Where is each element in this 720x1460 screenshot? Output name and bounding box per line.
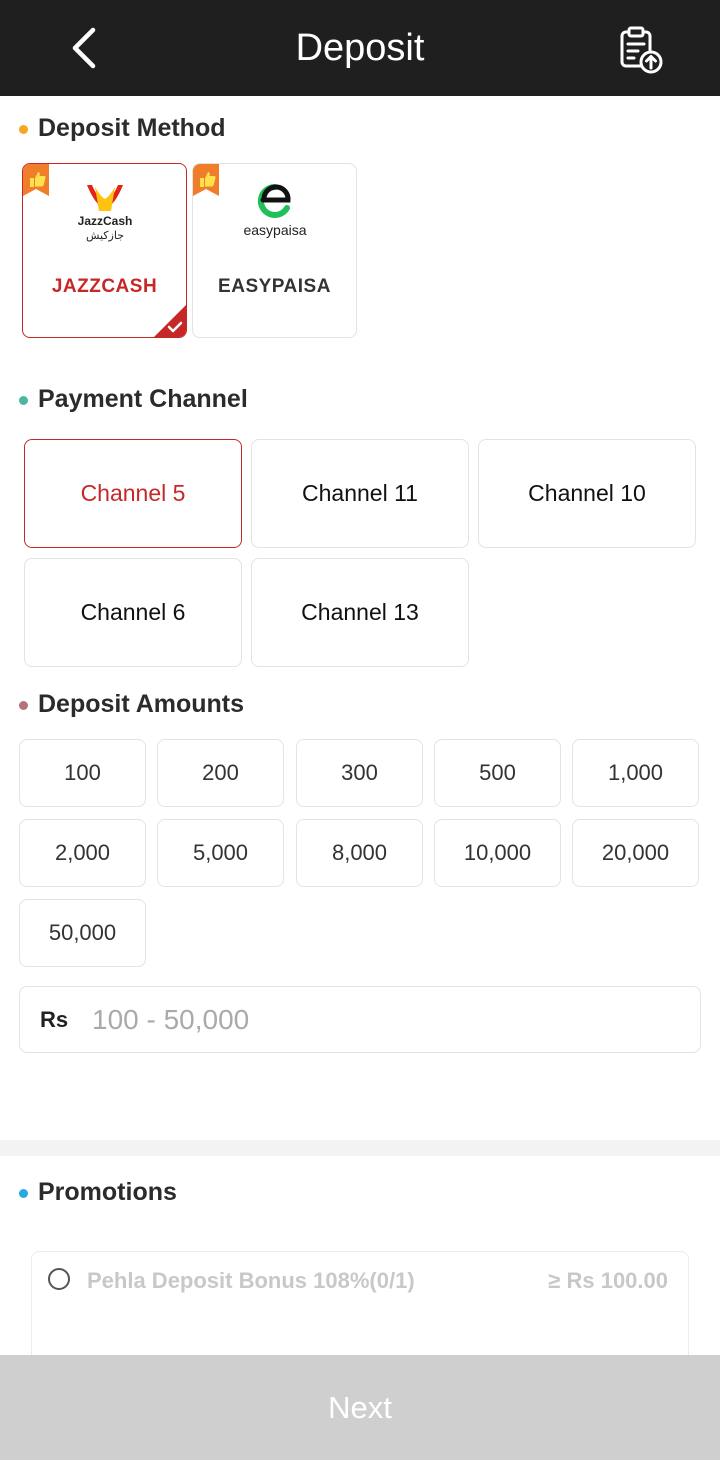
channel-option[interactable]: Channel 5 [24, 439, 242, 548]
svg-text:easypaisa: easypaisa [243, 222, 306, 238]
deposit-amounts-title: Deposit Amounts [38, 690, 245, 718]
promotion-name: Pehla Deposit Bonus 108%(0/1) [87, 1268, 415, 1293]
chevron-left-icon [72, 27, 96, 69]
promotion-min-amount: ≥ Rs 100.00 [548, 1268, 668, 1293]
amount-option[interactable]: 100 [19, 739, 146, 807]
amount-option[interactable]: 50,000 [19, 899, 146, 967]
promotion-radio[interactable] [48, 1268, 70, 1290]
amount-option[interactable]: 500 [434, 739, 561, 807]
promotions-title: Promotions [38, 1178, 177, 1206]
channel-option[interactable]: Channel 6 [24, 558, 242, 667]
channel-option[interactable]: Channel 11 [251, 439, 469, 548]
amount-option[interactable]: 2,000 [19, 819, 146, 887]
amount-option[interactable]: 300 [296, 739, 423, 807]
currency-label: Rs [40, 1007, 69, 1032]
amount-option[interactable]: 200 [157, 739, 284, 807]
amount-option[interactable]: 20,000 [572, 819, 699, 887]
amount-option[interactable]: 10,000 [434, 819, 561, 887]
svg-text:JazzCash: JazzCash [77, 214, 132, 228]
payment-channel-title: Payment Channel [38, 385, 248, 413]
next-button[interactable]: Next [0, 1355, 720, 1460]
deposit-method-title: Deposit Method [38, 114, 226, 142]
easypaisa-logo-icon: easypaisa [193, 180, 356, 244]
jazzcash-logo-icon: JazzCash جازکیش [23, 180, 186, 244]
method-card-jazzcash[interactable]: JazzCash جازکیش JAZZCASH [22, 163, 187, 338]
amount-option[interactable]: 8,000 [296, 819, 423, 887]
section-dot-icon [19, 396, 28, 405]
method-name-jazzcash: JAZZCASH [51, 276, 158, 297]
amount-input-box: Rs [19, 986, 701, 1053]
channel-option[interactable]: Channel 10 [478, 439, 696, 548]
clipboard-upload-icon [620, 26, 663, 74]
section-dot-icon [19, 1189, 28, 1198]
section-dot-icon [19, 125, 28, 134]
section-divider [0, 1140, 720, 1156]
section-dot-icon [19, 701, 28, 710]
amount-option[interactable]: 1,000 [572, 739, 699, 807]
amount-option[interactable]: 5,000 [157, 819, 284, 887]
selected-check-icon [154, 305, 186, 337]
method-card-easypaisa[interactable]: easypaisa EASYPAISA [192, 163, 357, 338]
deposit-record-button[interactable] [612, 24, 668, 76]
amount-input[interactable] [92, 997, 682, 1043]
header-bar: Deposit [0, 0, 720, 96]
back-button[interactable] [60, 22, 108, 74]
svg-text:جازکیش: جازکیش [85, 229, 123, 242]
channel-option[interactable]: Channel 13 [251, 558, 469, 667]
method-name-easypaisa: EASYPAISA [218, 276, 331, 297]
